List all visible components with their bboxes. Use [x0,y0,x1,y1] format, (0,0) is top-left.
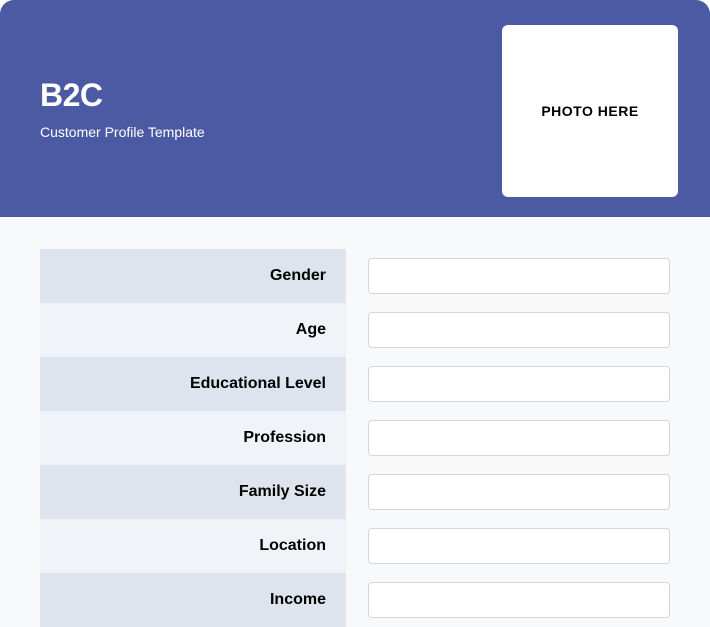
input-cell [368,303,670,357]
field-label: Location [259,537,326,555]
input-cell [368,519,670,573]
input-cell [368,249,670,303]
form-row-educational-level: Educational Level [40,357,670,411]
profession-input[interactable] [368,420,670,456]
input-cell [368,357,670,411]
form-row-income: Income [40,573,670,627]
location-input[interactable] [368,528,670,564]
field-label: Family Size [239,483,326,501]
field-label: Educational Level [190,375,326,393]
header-subtitle: Customer Profile Template [40,124,205,140]
profile-template: B2C Customer Profile Template PHOTO HERE… [0,0,710,627]
form-wrapper: Gender Age Educational Level [40,249,670,627]
input-cell [368,465,670,519]
income-input[interactable] [368,582,670,618]
header: B2C Customer Profile Template PHOTO HERE [0,0,710,217]
form-row-gender: Gender [40,249,670,303]
label-cell: Age [40,303,346,357]
form-row-location: Location [40,519,670,573]
header-title: B2C [40,77,205,114]
field-label: Income [270,591,326,609]
label-cell: Gender [40,249,346,303]
input-cell [368,573,670,627]
age-input[interactable] [368,312,670,348]
label-cell: Educational Level [40,357,346,411]
form-row-age: Age [40,303,670,357]
form-row-profession: Profession [40,411,670,465]
family-size-input[interactable] [368,474,670,510]
photo-placeholder[interactable]: PHOTO HERE [502,25,678,197]
form-body: Gender Age Educational Level [0,217,710,627]
label-cell: Family Size [40,465,346,519]
field-label: Gender [270,267,326,285]
form-row-family-size: Family Size [40,465,670,519]
educational-level-input[interactable] [368,366,670,402]
header-text: B2C Customer Profile Template [40,25,205,140]
label-cell: Income [40,573,346,627]
field-label: Age [296,321,326,339]
field-label: Profession [243,429,326,447]
gender-input[interactable] [368,258,670,294]
photo-label: PHOTO HERE [541,103,638,119]
label-cell: Profession [40,411,346,465]
label-cell: Location [40,519,346,573]
input-cell [368,411,670,465]
